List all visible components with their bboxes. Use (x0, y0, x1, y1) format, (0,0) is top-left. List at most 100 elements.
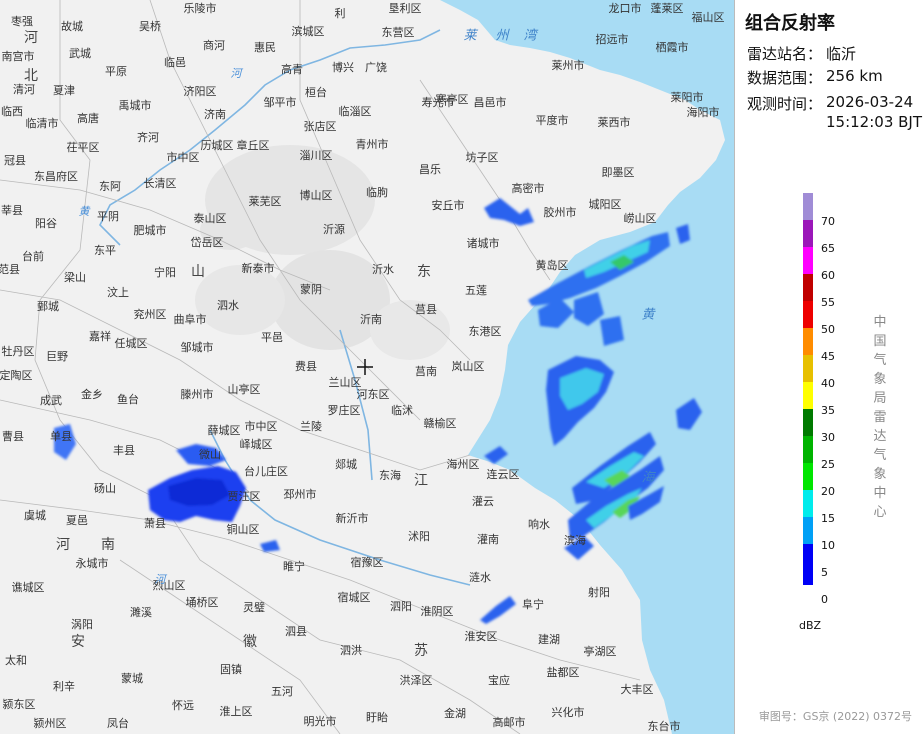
city-label: 颍州区 (34, 717, 67, 730)
city-label: 明光市 (304, 714, 337, 728)
color-scale-label: 25 (821, 458, 835, 471)
city-label: 沂南 (360, 313, 382, 326)
city-label: 鱼台 (117, 392, 139, 406)
city-label: 高邮市 (493, 715, 526, 729)
city-label: 滨海 (564, 533, 586, 547)
city-label: 罗庄区 (328, 403, 361, 417)
city-label: 固镇 (220, 662, 242, 676)
city-label: 兖州区 (134, 307, 167, 321)
city-label: 惠民 (254, 40, 276, 54)
city-label: 淄川区 (300, 149, 333, 162)
city-label: 垦利区 (389, 2, 422, 15)
province-label: 山 (191, 264, 205, 280)
city-label: 沂水 (372, 263, 394, 276)
info-panel: 组合反射率 雷达站名： 临沂 数据范围： 256 km 观测时间： 2026-0… (734, 0, 924, 734)
city-label: 滕州市 (181, 387, 214, 401)
city-label: 坊子区 (466, 150, 499, 164)
color-scale-swatch (803, 382, 813, 409)
city-label: 薛城区 (208, 424, 241, 437)
city-label: 牡丹区 (2, 344, 35, 358)
color-scale-label: 15 (821, 512, 835, 525)
city-label: 东营区 (382, 25, 415, 39)
province-label: 河 (24, 30, 38, 46)
city-label: 高密市 (512, 181, 545, 195)
city-label: 岚山区 (452, 360, 485, 373)
city-label: 济南 (204, 107, 226, 121)
watermark-text: 中国气象局雷达气象中心 (873, 315, 887, 520)
city-label: 泗洪 (340, 643, 362, 657)
city-label: 临西 (1, 104, 23, 118)
color-scale-unit: dBZ (799, 619, 822, 632)
city-label: 东海 (379, 468, 401, 482)
city-label: 福山区 (692, 10, 725, 24)
city-label: 嘉祥 (89, 329, 111, 343)
city-label: 濉溪 (130, 606, 152, 619)
radar-map[interactable]: 枣强 故城 吴桥 乐陵市滨城区利 垦利区东营区 龙口市 蓬莱区福山区南宫市 武城临邑 商河 惠民高… (0, 0, 734, 734)
city-label: 泰山区 (194, 211, 227, 225)
city-label: 临朐 (366, 185, 388, 199)
city-label: 定陶区 (0, 368, 33, 382)
color-scale-label: 0 (821, 593, 828, 606)
city-label: 莱西市 (598, 115, 631, 129)
city-label: 龙口市 (609, 1, 642, 15)
city-label: 宝应 (488, 673, 510, 687)
city-label: 泗县 (285, 625, 307, 638)
city-label: 凤台 (107, 716, 129, 730)
city-label: 曲阜市 (174, 312, 207, 326)
city-label: 灵璧 (243, 600, 265, 614)
city-label: 蒙阴 (300, 283, 322, 296)
color-scale-label: 65 (821, 242, 835, 255)
city-label: 阜宁 (522, 597, 544, 611)
city-label: 埇桥区 (186, 596, 219, 609)
city-label: 连云区 (487, 468, 520, 481)
city-label: 射阳 (588, 585, 610, 599)
city-label: 费县 (295, 360, 317, 373)
city-label: 巨野 (46, 350, 68, 363)
color-scale-swatch (803, 517, 813, 544)
city-label: 新泰市 (242, 261, 275, 275)
city-label: 故城 (61, 19, 83, 33)
city-label: 鄄城 (37, 300, 59, 313)
city-label: 章丘区 (237, 138, 270, 152)
city-label: 蓬莱区 (651, 2, 684, 15)
city-label: 吴桥 (139, 20, 161, 33)
color-scale-swatch (803, 571, 813, 585)
color-scale-swatch (803, 274, 813, 301)
station-label: 雷达站名： (747, 45, 823, 63)
city-label: 莘县 (1, 203, 23, 217)
city-label: 禹城市 (119, 98, 152, 112)
city-label: 铜山区 (227, 522, 260, 536)
city-label: 洪泽区 (400, 673, 433, 687)
city-label: 临邑 (164, 55, 186, 69)
city-label: 高唐 (77, 111, 99, 125)
city-label: 肥城市 (134, 223, 167, 237)
city-label: 寒亭区 (436, 92, 469, 106)
sea-label: 州 (495, 29, 510, 44)
city-label: 莒县 (415, 303, 437, 316)
city-label: 东昌府区 (34, 169, 78, 183)
city-label: 泗水 (217, 299, 239, 312)
city-label: 利辛 (53, 679, 75, 693)
city-label: 市中区 (245, 419, 278, 433)
product-title: 组合反射率 (745, 13, 835, 34)
city-label: 亭湖区 (584, 644, 617, 658)
city-label: 昌乐 (419, 163, 441, 176)
city-label: 即墨区 (602, 166, 635, 179)
color-scale-label: 35 (821, 404, 835, 417)
city-label: 萧县 (144, 517, 166, 530)
province-label: 江 (414, 473, 428, 489)
range-value: 256 km (826, 67, 883, 85)
city-label: 东平 (94, 244, 116, 257)
city-label: 汶上 (107, 285, 129, 299)
province-label: 北 (24, 68, 38, 84)
city-label: 丰县 (113, 444, 135, 457)
city-label: 莱芜区 (249, 194, 282, 208)
city-label: 涟水 (469, 570, 491, 584)
city-label: 南宫市 (2, 49, 35, 63)
city-label: 莱州市 (552, 58, 585, 72)
city-label: 兰陵 (300, 420, 322, 433)
city-label: 五河 (271, 685, 293, 698)
city-label: 临淄区 (339, 104, 372, 118)
city-label: 盐都区 (547, 666, 580, 679)
city-label: 梁山 (64, 270, 86, 284)
